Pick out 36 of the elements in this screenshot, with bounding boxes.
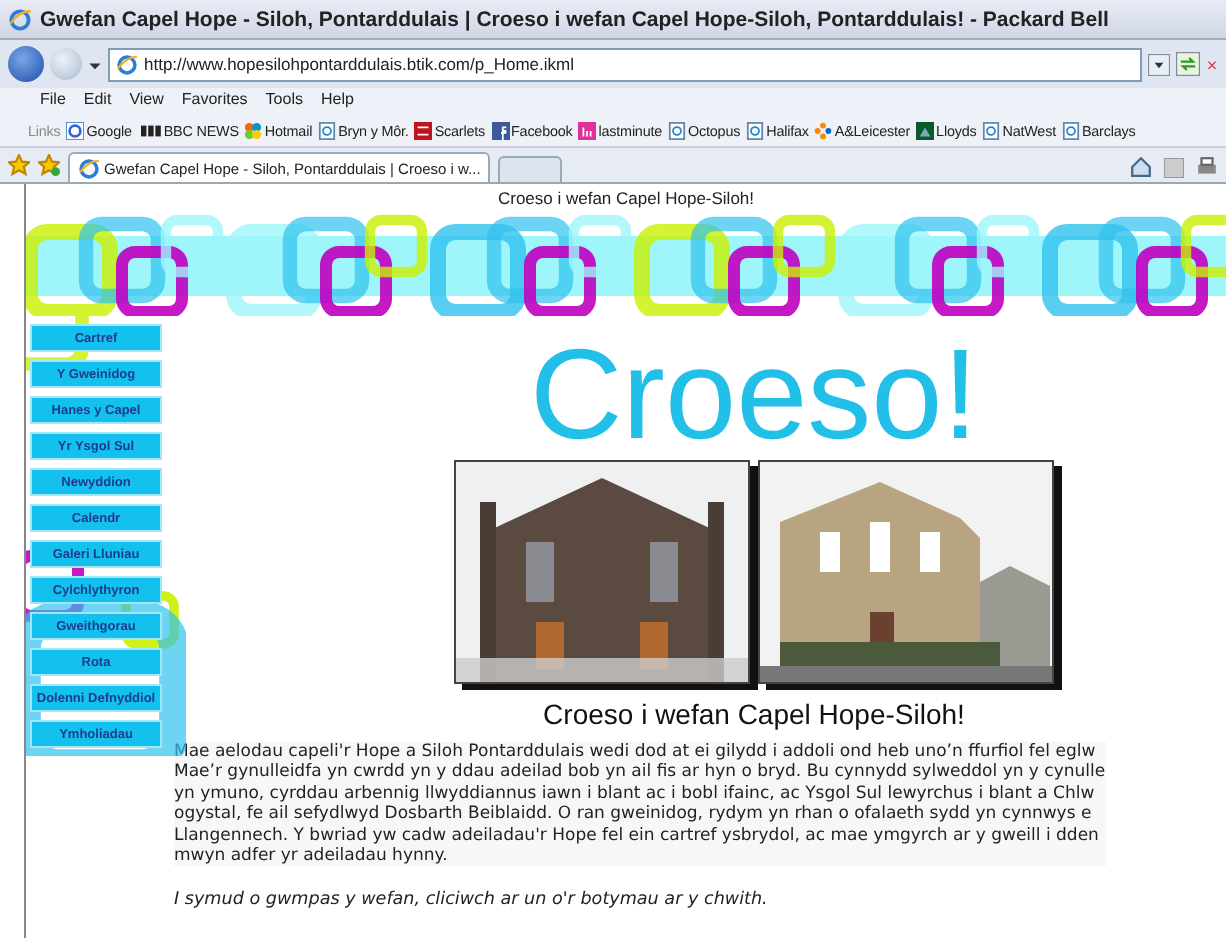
- dropdown-icon[interactable]: [1148, 53, 1170, 75]
- browser-icon: [8, 7, 32, 31]
- lastminute-icon: [578, 122, 597, 140]
- browser-icon: [78, 157, 100, 179]
- butterfly-icon: [244, 122, 263, 140]
- browser-icon: [116, 53, 138, 75]
- google-icon: [66, 122, 85, 140]
- navigation-note: I symud o gwmpas y wefan, cliciwch ar un o'r botymau ar y chwith.: [174, 890, 768, 911]
- back-button[interactable]: [8, 46, 44, 82]
- bbc-blocks-icon: [137, 122, 162, 140]
- page-icon: [1061, 122, 1080, 140]
- page-icon: [318, 122, 337, 140]
- intro-paragraph: Mae aelodau capeli'r Hope a Siloh Pontarddulais wedi dod at ei gilydd i addoli ond heb uno’n ffurfiol fel eglw Mae’r gynulleidfa yn cwrdd yn y ddau adeilad bob yn ail fis ar hyn o bryd. Bu cynnydd sylweddol yn y cynulle yn ymuno, cyrddau arbennig llwyddiannus iawn i blant ac i bobl ifainc, ac Ysgol Sul lewyrchus i blant a Chlw ogystal, fe ail sefydlwyd Dosbarth Beiblaidd. O ran gweinidog, rydym yn rhan o ofalaeth sydd yn cynnwys e Llangennech. Y bwriad yw cadw adeiladau'r Hope fel ein cartref ysbrydol, ac mae ymgyrch ar y gweill i dden mwyn adfer yr adeiladau hynny.: [174, 742, 1106, 867]
- facebook-icon: [491, 122, 509, 140]
- menu-item[interactable]: View: [129, 90, 164, 116]
- menu-item[interactable]: Tools: [265, 90, 303, 116]
- scarlets-icon: [414, 122, 433, 140]
- star-icon[interactable]: [8, 154, 30, 176]
- page-icon: [668, 122, 687, 140]
- menu-item[interactable]: File: [40, 90, 66, 116]
- photo-caption: Croeso i wefan Capel Hope-Siloh!: [543, 698, 965, 730]
- menu-item[interactable]: Help: [320, 90, 354, 116]
- welcome-heading: Croeso!: [529, 328, 979, 460]
- new-tab-button[interactable]: [498, 156, 563, 182]
- window-title: Gwefan Capel Hope - Siloh, Pontarddulais | Croeso i wefan Capel Hope-Siloh, Pontarddulais! - Packard Bell: [40, 7, 1109, 31]
- page-icon: [746, 122, 765, 140]
- header-text: Croeso i wefan Capel Hope-Siloh!: [497, 188, 755, 208]
- page-icon: [982, 122, 1001, 140]
- menu-item[interactable]: Favorites: [181, 90, 248, 116]
- printer-icon[interactable]: [1196, 156, 1218, 178]
- lloyds-icon: [916, 122, 935, 140]
- address-field[interactable]: http://www.hopesilohpontarddulais.btik.com/p_Home.ikml: [108, 47, 1142, 81]
- home-icon[interactable]: [1130, 156, 1152, 178]
- star-add-icon[interactable]: [38, 154, 60, 176]
- dots-icon: [814, 122, 833, 140]
- menu-item[interactable]: Edit: [83, 90, 112, 116]
